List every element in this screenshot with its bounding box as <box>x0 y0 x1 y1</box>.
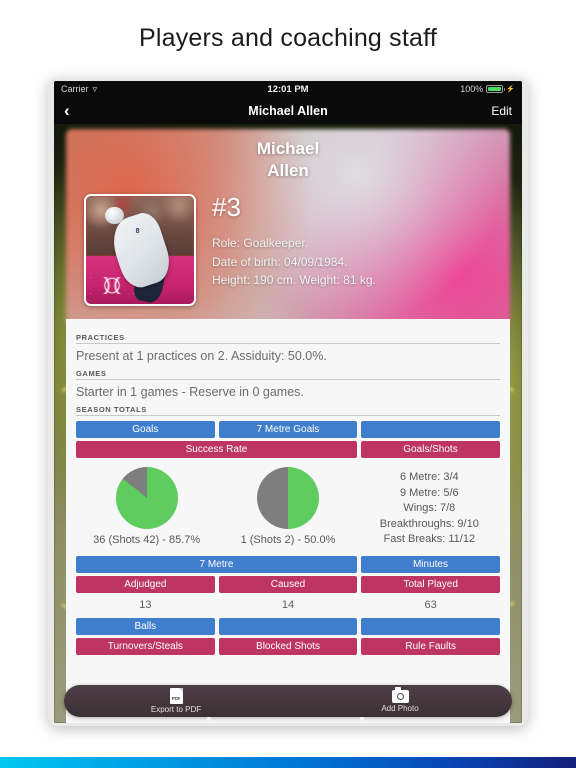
header-success-rate[interactable]: Success Rate <box>76 441 357 458</box>
carrier-label: Carrier <box>61 84 89 94</box>
grid-row-rate-headers: Success Rate Goals/Shots <box>76 441 500 458</box>
player-name-last: Allen <box>267 160 309 180</box>
charts-row: 36 (Shots 42) - 85.7% 1 (Shots 2) - 50.0… <box>76 467 500 548</box>
grid-row-sub-headers: Adjudged Caused Total Played <box>76 576 501 594</box>
value-total-played: 63 <box>424 599 437 612</box>
pie-caption-goals: 36 (Shots 42) - 85.7% <box>93 534 201 546</box>
edit-button[interactable]: Edit <box>478 104 512 118</box>
player-body-stats: Height: 190 cm. Weight: 81 kg. <box>212 273 376 288</box>
add-photo-label: Add Photo <box>381 703 419 713</box>
jersey-number: #3 <box>212 192 241 222</box>
games-section-label: GAMES <box>76 369 107 378</box>
player-meta: Role: Goalkeeper. Date of birth: 04/09/1… <box>212 234 376 290</box>
practices-section-label: PRACTICES <box>76 333 125 342</box>
chart-goals-success: 36 (Shots 42) - 85.7% <box>76 467 217 546</box>
breakdown-6-metre: 6 Metre: 3/4 <box>399 471 459 483</box>
player-name: Michael Allen <box>54 138 522 182</box>
goals-shots-breakdown: 6 Metre: 3/4 9 Metre: 5/6 Wings: 7/8 Bre… <box>359 467 500 548</box>
header-balls-empty-2[interactable] <box>361 618 501 636</box>
status-bar: Carrier ▿ 12:01 PM 100% ⚡ <box>54 81 522 97</box>
header-goals-shots[interactable]: Goals/Shots <box>360 441 500 458</box>
player-hero-card: Michael Allen 8 #3 Role: Goalkeeper. Dat… <box>54 124 522 324</box>
divider <box>76 343 500 344</box>
grid-row-goals-headers: Goals 7 Metre Goals <box>76 421 501 438</box>
chart-seven-metre-success: 1 (Shots 2) - 50.0% <box>217 467 358 546</box>
player-name-first: Michael <box>256 139 320 158</box>
device-screen: Carrier ▿ 12:01 PM 100% ⚡ ‹ Michael Alle… <box>54 81 522 723</box>
games-text: Starter in 1 games - Reserve in 0 games. <box>76 385 304 399</box>
header-seven-metre[interactable]: 7 Metre <box>76 556 357 574</box>
header-adjudged[interactable]: Adjudged <box>76 576 215 594</box>
breakdown-wings: Wings: 7/8 <box>403 502 456 515</box>
value-caused: 14 <box>281 599 295 612</box>
header-caused[interactable]: Caused <box>218 576 358 594</box>
grid-row-values: 13 14 63 <box>76 596 500 615</box>
lightning-bolt-icon: ⚡ <box>506 86 515 93</box>
header-turnovers-steals[interactable]: Turnovers/Steals <box>76 638 215 656</box>
header-total-played[interactable]: Total Played <box>361 576 501 594</box>
season-totals-grid: Goals 7 Metre Goals Success Rate Goals/S… <box>76 421 501 656</box>
breakdown-fast-breaks: Fast Breaks: 11/12 <box>383 533 476 546</box>
export-to-pdf-label: Export to PDF <box>150 705 202 714</box>
battery-percent-label: 100% <box>460 84 484 94</box>
header-goals-empty[interactable] <box>361 421 501 438</box>
header-minutes[interactable]: Minutes <box>360 556 500 574</box>
page-title: Players and coaching staff <box>139 24 437 52</box>
nav-title: Michael Allen <box>248 103 328 118</box>
pie-chart-goals <box>115 467 178 529</box>
chevron-left-icon[interactable]: ‹ <box>64 102 98 119</box>
divider <box>76 415 500 416</box>
player-birthdate: Date of birth: 04/09/1984. <box>212 254 348 269</box>
header-goals[interactable]: Goals <box>76 421 215 438</box>
toolbar-marker-right <box>359 717 364 721</box>
tablet-device-frame: Carrier ▿ 12:01 PM 100% ⚡ ‹ Michael Alle… <box>48 78 528 726</box>
divider <box>76 379 500 380</box>
season-totals-section-label: SEASON TOTALS <box>76 405 147 414</box>
grid-row-balls-headers: Balls <box>76 618 501 636</box>
navigation-bar: ‹ Michael Allen Edit <box>54 97 522 124</box>
header-seven-metre-goals[interactable]: 7 Metre Goals <box>218 421 358 438</box>
export-to-pdf-button[interactable]: PDF Export to PDF <box>64 685 288 717</box>
value-adjudged: 13 <box>139 599 152 612</box>
wifi-icon: ▿ <box>92 83 98 94</box>
player-role: Role: Goalkeeper. <box>212 236 309 250</box>
header-balls[interactable]: Balls <box>76 618 215 636</box>
add-photo-button[interactable]: Add Photo <box>288 685 512 717</box>
breakdown-9-metre: 9 Metre: 5/6 <box>399 486 459 499</box>
player-photo[interactable]: 8 <box>84 194 196 306</box>
player-photo-art: 8 <box>86 196 194 304</box>
stats-sheet: PRACTICES Present at 1 practices on 2. A… <box>66 319 510 723</box>
practices-text: Present at 1 practices on 2. Assiduity: … <box>76 349 327 363</box>
header-blocked-shots[interactable]: Blocked Shots <box>218 638 358 656</box>
status-time: 12:01 PM <box>267 83 309 95</box>
header-balls-empty-1[interactable] <box>218 618 358 636</box>
pie-caption-seven-metre: 1 (Shots 2) - 50.0% <box>240 534 336 546</box>
header-rule-faults[interactable]: Rule Faults <box>361 638 501 656</box>
pie-chart-seven-metre <box>256 467 319 529</box>
bottom-gradient-bar <box>0 757 576 768</box>
grid-row-faults-headers: Turnovers/Steals Blocked Shots Rule Faul… <box>76 638 501 656</box>
grid-row-seven-headers: 7 Metre Minutes <box>76 556 500 574</box>
battery-full-icon <box>486 85 506 93</box>
toolbar-marker-left <box>207 717 212 721</box>
breakdown-breakthroughs: Breakthroughs: 9/10 <box>379 517 479 530</box>
bottom-toolbar: PDF Export to PDF Add Photo <box>64 685 512 721</box>
camera-icon <box>391 687 409 703</box>
pdf-file-icon: PDF <box>169 688 183 704</box>
